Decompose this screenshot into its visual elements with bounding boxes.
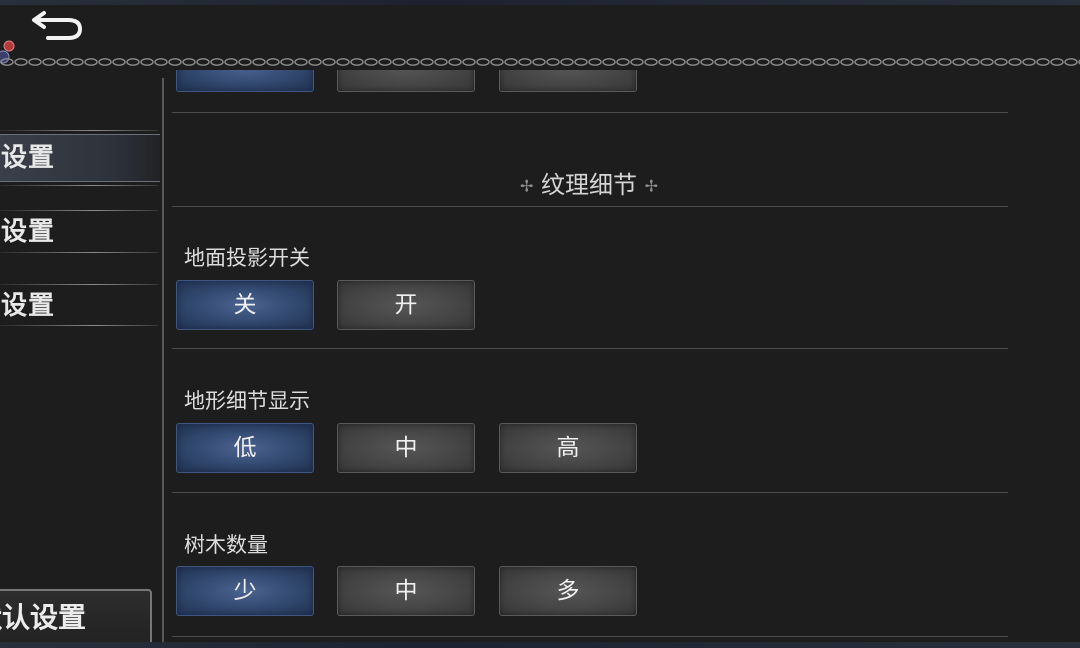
ornament-left-icon: ✢	[519, 176, 534, 196]
top-edge	[0, 0, 1080, 5]
sidebar-divider	[0, 284, 158, 285]
sidebar-item-label: 频设置	[0, 143, 56, 173]
option-button-partial[interactable]	[499, 70, 637, 92]
back-button[interactable]	[30, 6, 88, 44]
sidebar-item-game-settings[interactable]: 戏设置	[0, 282, 160, 330]
option-tree-count-medium[interactable]: 中	[337, 566, 475, 616]
ornament-right-icon: ✢	[644, 176, 659, 196]
row-divider	[172, 636, 1008, 637]
row-divider	[172, 492, 1008, 493]
option-terrain-detail-low[interactable]: 低	[176, 423, 314, 473]
setting-label-terrain-detail: 地形细节显示	[184, 389, 310, 413]
reset-default-button[interactable]: 默认设置	[0, 589, 152, 647]
reset-default-label: 默认设置	[0, 601, 87, 634]
sidebar-divider	[0, 185, 158, 186]
sidebar-divider	[0, 130, 158, 131]
sidebar-item-audio-settings[interactable]: 频设置	[0, 208, 160, 256]
section-title-text: 纹理细节	[541, 171, 637, 199]
sidebar-item-label: 戏设置	[0, 291, 56, 321]
option-terrain-detail-medium[interactable]: 中	[337, 423, 475, 473]
section-title-texture-detail: ✢ 纹理细节 ✢	[164, 165, 1014, 199]
option-tree-count-few[interactable]: 少	[176, 566, 314, 616]
option-button-partial[interactable]	[176, 70, 314, 92]
back-arrow-icon	[32, 11, 83, 40]
setting-label-ground-shadow: 地面投影开关	[184, 246, 310, 270]
sidebar-item-video-settings[interactable]: 频设置	[0, 134, 160, 182]
settings-panel: ✢ 纹理细节 ✢ 地面投影开关 关 开 地形细节显示 低 中 高 树木数量 少 …	[164, 70, 1080, 648]
sidebar-divider	[0, 325, 158, 326]
option-ground-shadow-off[interactable]: 关	[176, 280, 314, 330]
sidebar-item-label: 频设置	[0, 217, 56, 247]
header-divider	[0, 55, 1080, 69]
option-terrain-detail-high[interactable]: 高	[499, 423, 637, 473]
option-button-partial[interactable]	[337, 70, 475, 92]
option-tree-count-many[interactable]: 多	[499, 566, 637, 616]
row-divider	[172, 206, 1008, 207]
row-divider	[172, 348, 1008, 349]
row-divider	[172, 112, 1008, 113]
bottom-edge	[0, 642, 1080, 648]
settings-screen: 频设置 频设置 戏设置 默认设置 ✢ 纹理细节 ✢ 地面投影开关 关 开 地形细…	[0, 0, 1080, 648]
setting-label-tree-count: 树木数量	[184, 533, 268, 557]
sidebar-divider	[0, 252, 158, 253]
sidebar-divider	[0, 210, 158, 211]
option-ground-shadow-on[interactable]: 开	[337, 280, 475, 330]
